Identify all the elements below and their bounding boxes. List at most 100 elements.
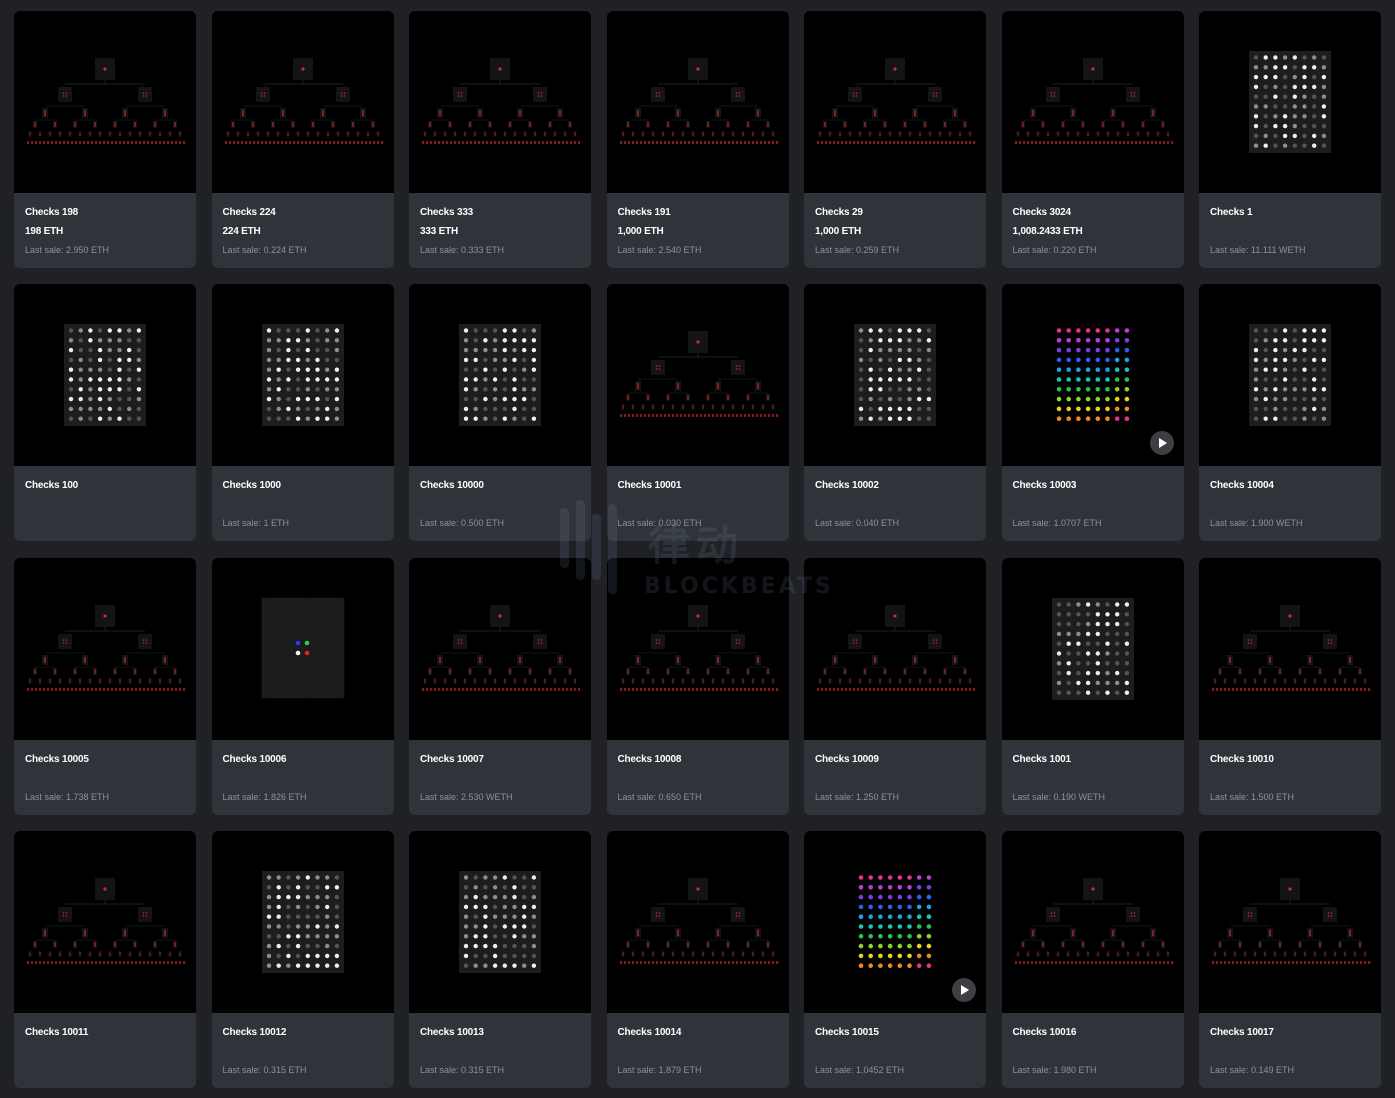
nft-card[interactable]: Checks 10003 Last sale: 1.0707 ETH: [1001, 284, 1184, 542]
nft-card-info: Checks 10017 Last sale: 0.149 ETH: [1199, 1013, 1381, 1076]
nft-price: [25, 772, 185, 786]
nft-card-info: Checks 10012 Last sale: 0.315 ETH: [212, 1013, 394, 1076]
tree-artwork: [619, 877, 778, 964]
nft-card[interactable]: Checks 10015 Last sale: 1.0452 ETH: [804, 830, 986, 1088]
nft-artwork[interactable]: [1199, 830, 1381, 1013]
nft-last-sale: Last sale: 0.030 ETH: [617, 518, 702, 529]
nft-card[interactable]: Checks 10016 Last sale: 1.980 ETH: [1001, 830, 1184, 1088]
nft-card-info: Checks 191 1,000 ETH Last sale: 2.540 ETH: [607, 193, 789, 256]
nft-card-info: Checks 10004 Last sale: 1.900 WETH: [1199, 466, 1381, 529]
nft-name: Checks 10013: [420, 1026, 484, 1038]
nft-card[interactable]: Checks 198 198 ETH Last sale: 2.950 ETH: [14, 11, 196, 268]
nft-last-sale: Last sale: 1.826 ETH: [222, 791, 307, 802]
nft-artwork[interactable]: [606, 284, 789, 467]
nft-card[interactable]: Checks 3024 1,008.2433 ETH Last sale: 0.22…: [1001, 11, 1184, 268]
nft-name: Checks 10008: [617, 753, 682, 765]
nft-price: [420, 1045, 580, 1059]
nft-price: 1,000 ETH: [617, 226, 664, 237]
nft-name: Checks 10009: [815, 753, 879, 765]
tree-artwork: [27, 604, 186, 691]
nft-artwork[interactable]: [1001, 830, 1184, 1013]
nft-card-info: Checks 3024 1,008.2433 ETH Last sale: 0.22…: [1002, 193, 1184, 256]
nft-artwork[interactable]: [1001, 557, 1184, 740]
nft-card[interactable]: Checks 10009 Last sale: 1.250 ETH: [804, 557, 986, 815]
nft-card-info: Checks 10008 Last sale: 0.650 ETH: [607, 740, 789, 803]
nft-card[interactable]: Checks 10008 Last sale: 0.650 ETH: [606, 557, 789, 815]
nft-card[interactable]: Checks 29 1,000 ETH Last sale: 0.259 ETH: [804, 11, 986, 268]
nft-name: Checks 10004: [1210, 480, 1274, 492]
nft-card[interactable]: Checks 10013 Last sale: 0.315 ETH: [409, 830, 591, 1088]
nft-artwork[interactable]: [211, 11, 394, 193]
nft-card[interactable]: Checks 10004 Last sale: 1.900 WETH: [1199, 284, 1381, 542]
nft-name: Checks 10006: [222, 753, 287, 765]
nft-card[interactable]: Checks 10005 Last sale: 1.738 ETH: [14, 557, 196, 815]
four-checks-artwork: [261, 597, 344, 698]
nft-artwork[interactable]: [14, 284, 196, 467]
tree-artwork: [619, 604, 778, 691]
nft-card[interactable]: Checks 10006 Last sale: 1.826 ETH: [211, 557, 394, 815]
nft-card-info: Checks 198 198 ETH Last sale: 2.950 ETH: [14, 193, 196, 256]
nft-card[interactable]: Checks 10001 Last sale: 0.030 ETH: [606, 284, 789, 542]
nft-artwork[interactable]: [409, 11, 591, 193]
nft-card[interactable]: Checks 333 333 ETH Last sale: 0.333 ETH: [409, 11, 591, 268]
nft-artwork[interactable]: [14, 11, 196, 193]
nft-artwork[interactable]: [1199, 557, 1381, 740]
nft-artwork[interactable]: [1199, 11, 1381, 193]
nft-card[interactable]: Checks 10007 Last sale: 2.530 WETH: [409, 557, 591, 815]
nft-artwork[interactable]: [606, 11, 789, 193]
nft-card[interactable]: Checks 10017 Last sale: 0.149 ETH: [1199, 830, 1381, 1088]
nft-name: Checks 3024: [1012, 207, 1072, 218]
nft-card-info: Checks 10003 Last sale: 1.0707 ETH: [1002, 466, 1184, 529]
nft-card[interactable]: Checks 1 Last sale: 11.111 WETH: [1199, 11, 1381, 268]
nft-artwork[interactable]: [1001, 11, 1184, 193]
nft-artwork[interactable]: [1199, 284, 1381, 467]
nft-name: Checks 10001: [617, 480, 682, 492]
nft-artwork[interactable]: [606, 830, 789, 1013]
nft-last-sale: Last sale: 0.259 ETH: [815, 245, 900, 255]
nft-name: Checks 10003: [1012, 480, 1077, 492]
play-button[interactable]: [1149, 431, 1174, 456]
nft-price: 198 ETH: [25, 226, 64, 237]
nft-price: [1013, 498, 1173, 512]
checks-grid-artwork: [1051, 597, 1134, 700]
checks-grid-artwork: [1249, 324, 1331, 427]
nft-card[interactable]: Checks 100: [14, 284, 196, 542]
nft-last-sale: Last sale: 1.900 WETH: [1210, 518, 1303, 529]
nft-price: [223, 772, 383, 786]
nft-card-info: Checks 100: [14, 466, 196, 529]
nft-card[interactable]: Checks 10014 Last sale: 1.879 ETH: [606, 830, 789, 1088]
nft-card[interactable]: Checks 10002 Last sale: 0.040 ETH: [804, 284, 986, 542]
nft-last-sale: Last sale: 1.500 ETH: [1210, 791, 1295, 802]
nft-last-sale: Last sale: 0.315 ETH: [420, 1064, 505, 1075]
nft-price: [815, 1045, 975, 1059]
nft-artwork[interactable]: [211, 830, 394, 1013]
nft-artwork[interactable]: [211, 557, 394, 740]
nft-last-sale: [25, 517, 185, 529]
nft-card[interactable]: Checks 1000 Last sale: 1 ETH: [211, 284, 394, 542]
nft-card-info: Checks 10002 Last sale: 0.040 ETH: [804, 466, 986, 529]
nft-artwork[interactable]: [804, 557, 986, 740]
nft-card[interactable]: Checks 10012 Last sale: 0.315 ETH: [211, 830, 394, 1088]
nft-card[interactable]: Checks 191 1,000 ETH Last sale: 2.540 ETH: [606, 11, 789, 268]
nft-card[interactable]: Checks 10011: [14, 830, 196, 1088]
nft-card[interactable]: Checks 1001 Last sale: 0.190 WETH: [1001, 557, 1184, 815]
nft-artwork[interactable]: [211, 284, 394, 467]
nft-artwork[interactable]: [14, 557, 196, 740]
nft-name: Checks 10005: [25, 753, 89, 765]
nft-price: 1,008.2433 ETH: [1012, 226, 1083, 237]
nft-card-info: Checks 29 1,000 ETH Last sale: 0.259 ETH: [804, 193, 986, 256]
tree-artwork: [619, 58, 778, 144]
nft-card[interactable]: Checks 10010 Last sale: 1.500 ETH: [1199, 557, 1381, 815]
nft-card[interactable]: Checks 10000 Last sale: 0.500 ETH: [409, 284, 591, 542]
nft-artwork[interactable]: [409, 557, 591, 740]
nft-last-sale: Last sale: 11.111 WETH: [1210, 245, 1306, 255]
nft-card-info: Checks 1001 Last sale: 0.190 WETH: [1002, 740, 1184, 803]
nft-artwork[interactable]: [606, 557, 789, 740]
nft-artwork[interactable]: [804, 11, 986, 193]
nft-artwork[interactable]: [14, 830, 196, 1013]
nft-card[interactable]: Checks 224 224 ETH Last sale: 0.224 ETH: [211, 11, 394, 268]
nft-artwork[interactable]: [409, 284, 591, 467]
nft-artwork[interactable]: [804, 284, 986, 467]
play-button[interactable]: [952, 977, 976, 1002]
nft-artwork[interactable]: [409, 830, 591, 1013]
